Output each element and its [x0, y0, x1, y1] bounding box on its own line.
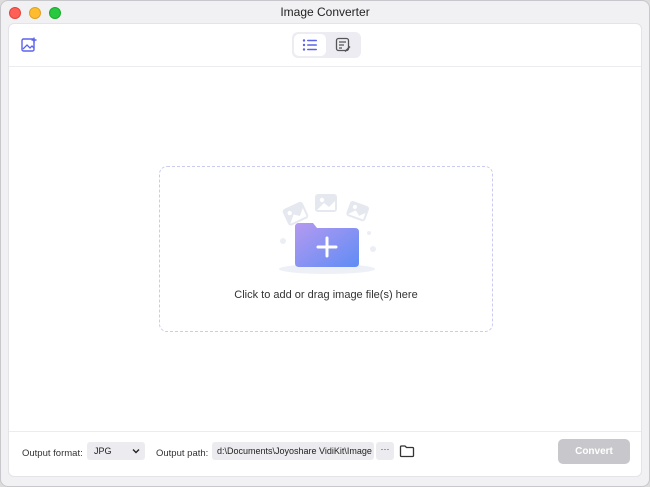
view-mode-toggle	[292, 32, 361, 58]
drop-zone-label: Click to add or drag image file(s) here	[234, 289, 418, 301]
output-format-label: Output format:	[22, 448, 83, 459]
output-path-label: Output path:	[156, 448, 209, 459]
add-image-button[interactable]	[20, 36, 38, 54]
output-path-field[interactable]: d:\Documents\Joyoshare VidiKit\Image	[212, 442, 374, 460]
convert-button[interactable]: Convert	[558, 439, 630, 464]
drop-zone[interactable]: Click to add or drag image file(s) here	[159, 166, 493, 332]
zoom-window-button[interactable]	[49, 7, 61, 19]
toolbar	[9, 24, 641, 67]
list-view-button[interactable]	[294, 34, 326, 56]
edit-list-icon	[336, 37, 351, 52]
footer-bar: Output format: JPG Output path: d:\Docum…	[9, 431, 641, 476]
window-title: Image Converter	[280, 5, 370, 19]
app-window: Image Converter Click to add or drag ima…	[0, 0, 650, 487]
output-format-value: JPG	[94, 446, 112, 456]
chevron-down-icon	[132, 449, 140, 454]
browse-more-button[interactable]: ···	[376, 442, 394, 460]
window-controls	[9, 7, 61, 19]
open-folder-button[interactable]	[399, 443, 415, 459]
edit-view-button[interactable]	[328, 34, 360, 56]
close-window-button[interactable]	[9, 7, 21, 19]
folder-icon	[399, 445, 415, 458]
output-format-select[interactable]: JPG	[87, 442, 145, 460]
title-bar: Image Converter	[1, 1, 649, 23]
minimize-window-button[interactable]	[29, 7, 41, 19]
add-image-icon	[21, 37, 37, 52]
add-folder-illustration-icon	[279, 194, 376, 274]
main-panel: Click to add or drag image file(s) here …	[8, 23, 642, 477]
list-icon	[302, 39, 317, 51]
